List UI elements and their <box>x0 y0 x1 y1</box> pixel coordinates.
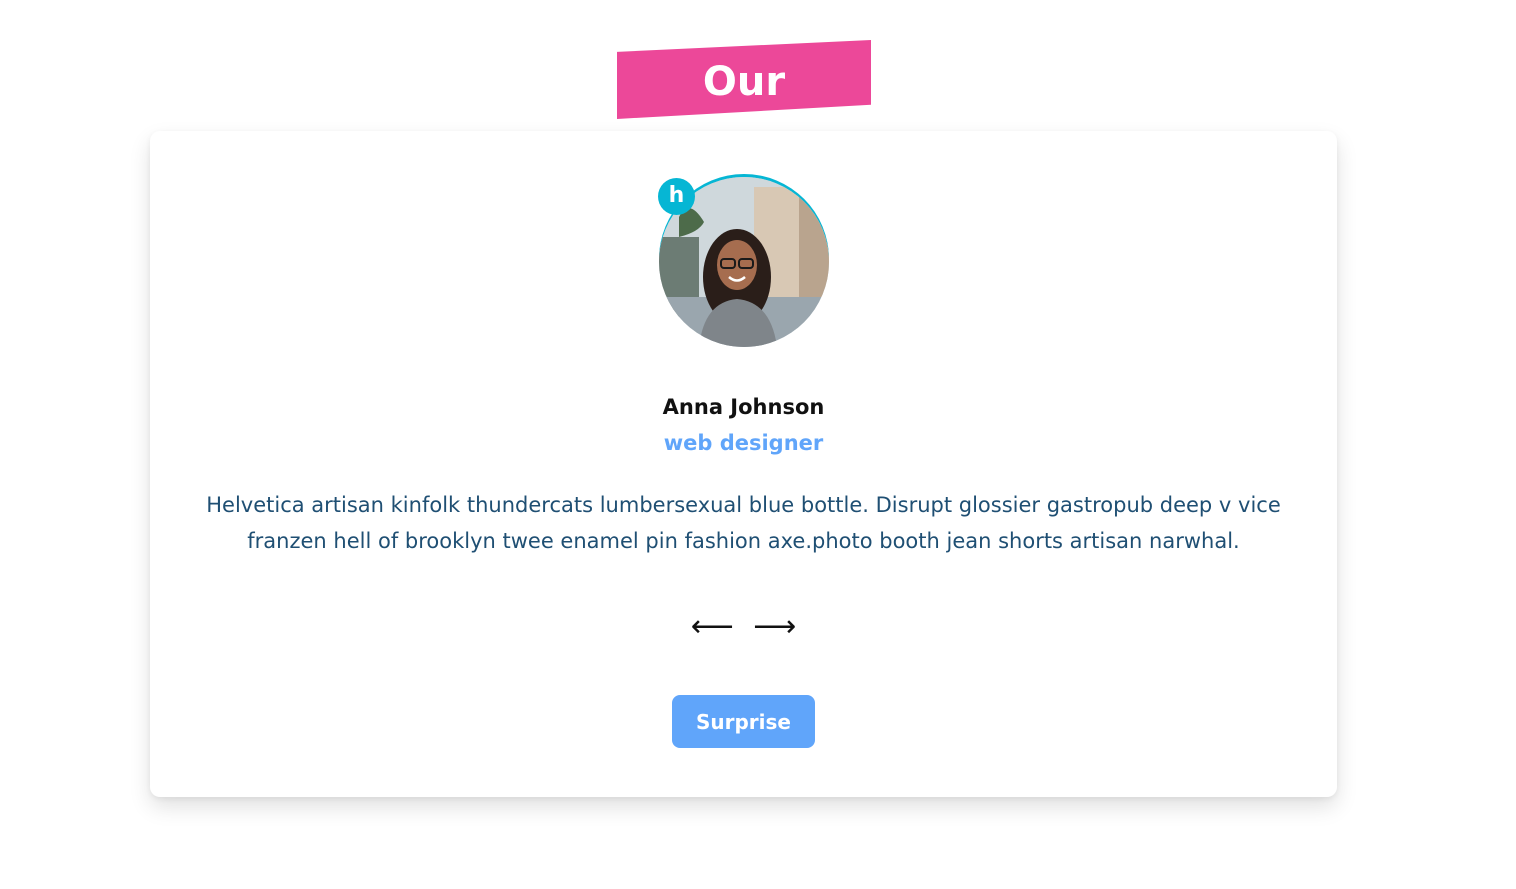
next-arrow-icon[interactable]: ⟶ <box>753 609 796 644</box>
author-name: Anna Johnson <box>662 395 825 419</box>
section-title: Our Review <box>617 40 871 189</box>
review-text: Helvetica artisan kinfolk thundercats lu… <box>206 493 1281 553</box>
review-navigation: ⟵ ⟶ <box>150 609 1337 644</box>
page-title: Our Review <box>663 59 825 189</box>
author-job: web designer <box>663 431 824 455</box>
surprise-me-button[interactable]: Surprise Me <box>672 695 815 787</box>
review-card: h Anna Johnson web designer Helvetica ar… <box>150 131 1337 797</box>
avatar-container: h <box>657 172 835 350</box>
prev-arrow-icon[interactable]: ⟵ <box>691 609 734 644</box>
quote-icon: h <box>658 178 695 215</box>
